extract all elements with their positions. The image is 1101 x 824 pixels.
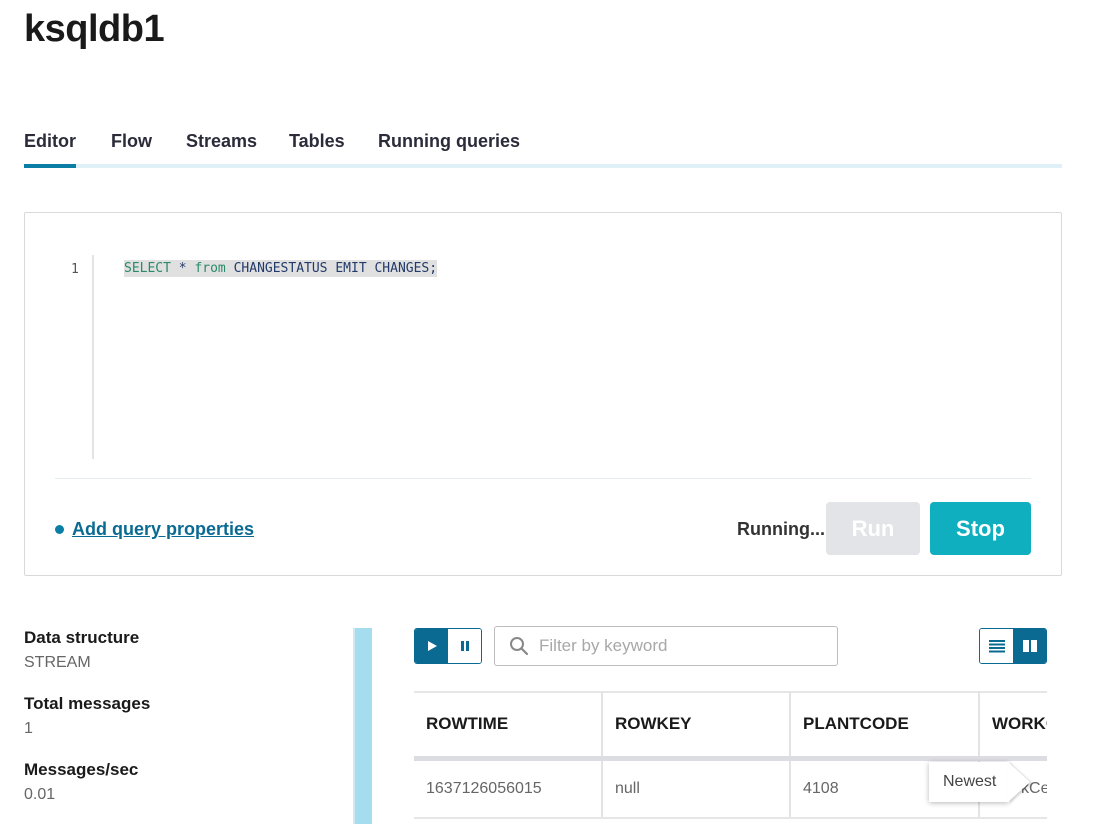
column-header-rowkey[interactable]: ROWKEY bbox=[602, 691, 791, 761]
run-button[interactable]: Run bbox=[826, 502, 920, 555]
add-query-properties-link[interactable]: Add query properties bbox=[72, 519, 254, 540]
grid-view-icon bbox=[1022, 640, 1037, 652]
code-star: * bbox=[170, 261, 195, 276]
code-keyword-from: from bbox=[194, 261, 226, 276]
view-toggle bbox=[979, 628, 1047, 664]
results-table-container[interactable]: ROWTIME ROWKEY PLANTCODE WORKCENTER 1637… bbox=[414, 691, 1047, 824]
stat-value-messages-per-sec: 0.01 bbox=[24, 786, 56, 803]
stat-label-data-structure: Data structure bbox=[24, 628, 140, 647]
pause-icon bbox=[460, 641, 469, 651]
list-view-icon bbox=[988, 640, 1005, 653]
tab-editor[interactable]: Editor bbox=[24, 128, 76, 168]
query-editor-card: 1 SELECT * from CHANGESTATUS EMIT CHANGE… bbox=[24, 212, 1062, 576]
stat-label-total-messages: Total messages bbox=[24, 694, 151, 713]
search-icon bbox=[510, 637, 529, 656]
tab-tables[interactable]: Tables bbox=[289, 128, 345, 164]
table-cell: null bbox=[602, 758, 791, 819]
tab-flow[interactable]: Flow bbox=[111, 128, 152, 164]
bullet-dot-icon bbox=[55, 525, 64, 534]
playback-controls bbox=[414, 628, 482, 664]
filter-input[interactable] bbox=[539, 636, 819, 656]
query-status: Running... bbox=[737, 519, 825, 539]
tab-streams[interactable]: Streams bbox=[186, 128, 257, 164]
tooltip-arrow bbox=[1008, 762, 1030, 802]
editor-gutter bbox=[92, 255, 94, 459]
stat-value-total-messages: 1 bbox=[24, 720, 33, 737]
code-keyword-select: SELECT bbox=[124, 261, 171, 276]
newest-tooltip: Newest bbox=[929, 762, 1009, 802]
pause-button[interactable] bbox=[448, 629, 481, 663]
stat-label-messages-per-sec: Messages/sec bbox=[24, 760, 139, 779]
column-header-workcenter[interactable]: WORKCENTER bbox=[979, 691, 1047, 761]
code-line[interactable]: SELECT * from CHANGESTATUS EMIT CHANGES; bbox=[124, 260, 438, 277]
column-header-rowtime[interactable]: ROWTIME bbox=[414, 691, 603, 761]
play-button[interactable] bbox=[415, 629, 448, 663]
query-properties: Add query properties bbox=[55, 519, 254, 540]
stream-stats: Data structure STREAM Total messages 1 M… bbox=[24, 628, 324, 824]
list-view-button[interactable] bbox=[980, 629, 1013, 663]
table-header-row: ROWTIME ROWKEY PLANTCODE WORKCENTER bbox=[414, 691, 1047, 761]
grid-view-button[interactable] bbox=[1013, 629, 1046, 663]
tab-running-queries[interactable]: Running queries bbox=[378, 128, 520, 164]
stop-button[interactable]: Stop bbox=[930, 502, 1031, 555]
page-title: ksqldb1 bbox=[24, 8, 165, 50]
table-cell: 1637126056015 bbox=[414, 758, 603, 819]
editor-divider bbox=[55, 478, 1031, 479]
stat-value-data-structure: STREAM bbox=[24, 654, 91, 671]
line-number: 1 bbox=[71, 262, 79, 277]
code-rest: CHANGESTATUS EMIT CHANGES; bbox=[225, 261, 438, 276]
filter-box bbox=[494, 626, 838, 666]
tab-bar: Editor Flow Streams Tables Running queri… bbox=[24, 128, 1062, 168]
play-icon bbox=[427, 641, 437, 651]
column-header-plantcode[interactable]: PLANTCODE bbox=[790, 691, 980, 761]
panel-resize-handle[interactable] bbox=[353, 628, 372, 824]
